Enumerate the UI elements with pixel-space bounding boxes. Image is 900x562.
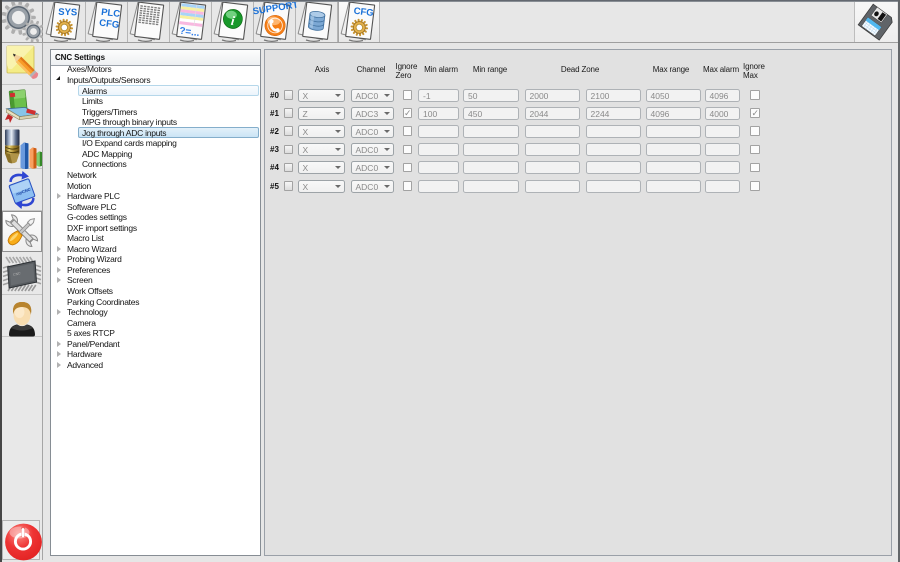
svg-text:SYS: SYS	[58, 7, 77, 19]
